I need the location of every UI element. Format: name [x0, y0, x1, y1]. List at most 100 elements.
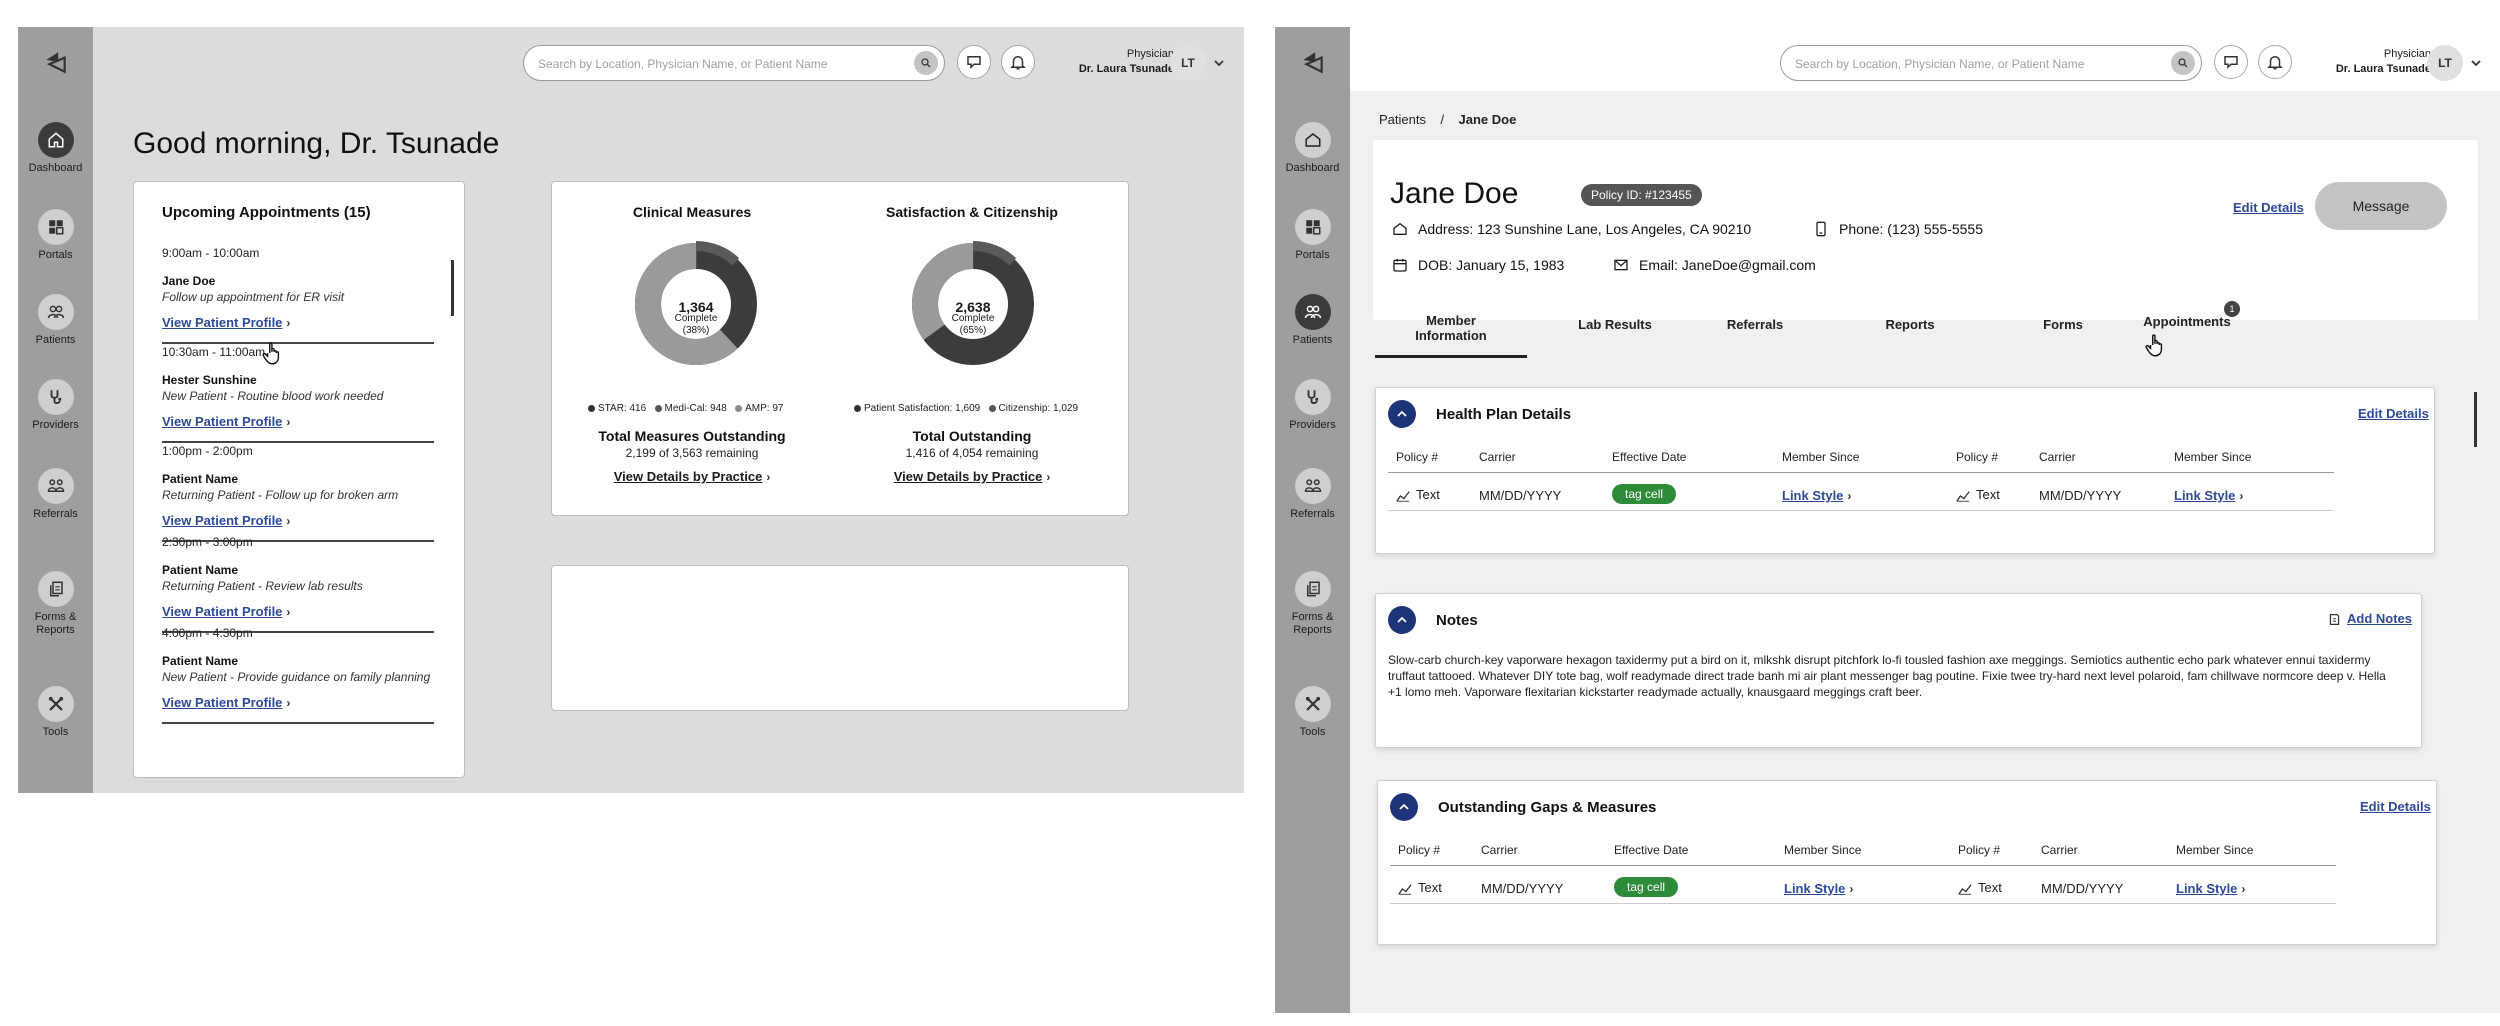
empty-card	[551, 565, 1129, 711]
chevron-right-icon: ›	[286, 415, 291, 429]
sidebar: Dashboard Portals Patients Providers Ref…	[1275, 27, 1350, 1013]
sidebar-item-dashboard[interactable]: Dashboard	[1275, 122, 1350, 175]
view-patient-profile-link[interactable]: View Patient Profile	[162, 604, 282, 619]
collapse-button[interactable]	[1388, 606, 1416, 634]
sidebar-item-forms-reports[interactable]: Forms & Reports	[1275, 571, 1350, 637]
sidebar-item-label: Forms &	[34, 611, 77, 623]
sidebar-item-referrals[interactable]: Referrals	[18, 468, 93, 521]
sidebar-item-portals[interactable]: Portals	[1275, 209, 1350, 262]
view-patient-profile-link[interactable]: View Patient Profile	[162, 695, 282, 710]
scrollbar[interactable]	[451, 260, 454, 316]
section-title: Notes	[1436, 612, 1478, 629]
breadcrumb-separator: /	[1440, 112, 1445, 127]
table-cell-policy: Text	[1398, 880, 1442, 896]
sidebar-item-patients[interactable]: Patients	[1275, 294, 1350, 347]
table-cell-carrier: MM/DD/YYYY	[2041, 881, 2124, 896]
health-plan-section: Health Plan Details Edit Details Policy …	[1375, 387, 2435, 554]
chevron-right-icon: ›	[766, 470, 771, 484]
scrollbar[interactable]	[2474, 392, 2477, 447]
tab-reports[interactable]: Reports	[1850, 317, 1970, 332]
table-cell-link[interactable]: Link Style ›	[2174, 488, 2243, 503]
table-cell-policy: Text	[1956, 487, 2000, 503]
sidebar-item-label: Referrals	[1290, 508, 1335, 520]
table-cell-policy: Text	[1958, 880, 2002, 896]
sidebar-item-providers[interactable]: Providers	[1275, 379, 1350, 432]
appointment-description: Returning Patient - Follow up for broken…	[162, 488, 399, 502]
appointment-description: New Patient - Provide guidance on family…	[162, 670, 431, 684]
chat-button[interactable]	[957, 45, 991, 79]
sidebar-item-providers[interactable]: Providers	[18, 379, 93, 432]
table-cell-link[interactable]: Link Style ›	[2176, 881, 2245, 896]
tab-member-information[interactable]: Member Information	[1375, 313, 1527, 343]
chat-icon	[965, 53, 983, 71]
house-icon	[1392, 221, 1408, 237]
sidebar-item-label: Patients	[1292, 334, 1333, 346]
appointments-badge: 1	[2224, 301, 2240, 317]
divider	[1388, 472, 2334, 473]
edit-details-link[interactable]: Edit Details	[2358, 406, 2429, 421]
edit-details-link[interactable]: Edit Details	[2233, 200, 2304, 215]
trend-icon	[1958, 882, 1972, 896]
grid-icon	[47, 218, 65, 236]
notifications-button[interactable]	[2258, 45, 2292, 79]
breadcrumb-patients-link[interactable]: Patients	[1379, 112, 1426, 127]
satisfaction-view-details-link[interactable]: View Details by Practice	[894, 469, 1043, 484]
users-icon	[1304, 303, 1322, 321]
collapse-button[interactable]	[1388, 400, 1416, 428]
tools-icon	[47, 695, 65, 713]
tab-referrals[interactable]: Referrals	[1695, 317, 1815, 332]
chevron-up-icon	[1398, 801, 1410, 813]
sidebar-item-label: Referrals	[33, 508, 78, 520]
collapse-button[interactable]	[1390, 793, 1418, 821]
sidebar-item-portals[interactable]: Portals	[18, 209, 93, 262]
sidebar-item-referrals[interactable]: Referrals	[1275, 468, 1350, 521]
tab-forms[interactable]: Forms	[2003, 317, 2123, 332]
avatar[interactable]: LT	[2427, 45, 2463, 81]
search-input[interactable]: Search by Location, Physician Name, or P…	[1780, 45, 2202, 81]
clinical-complete-value: 1,364	[678, 299, 714, 315]
legend-patient-satisfaction: Patient Satisfaction: 1,609	[864, 403, 981, 414]
sidebar-item-tools[interactable]: Tools	[1275, 686, 1350, 739]
add-notes-link[interactable]: Add Notes	[2328, 611, 2412, 626]
notifications-button[interactable]	[1001, 45, 1035, 79]
table-cell-link[interactable]: Link Style ›	[1782, 488, 1851, 503]
chevron-down-icon[interactable]	[1214, 58, 1224, 68]
view-patient-profile-link[interactable]: View Patient Profile	[162, 513, 282, 528]
chevron-down-icon[interactable]	[2471, 58, 2481, 68]
sidebar-item-patients[interactable]: Patients	[18, 294, 93, 347]
clinical-view-details-link[interactable]: View Details by Practice	[614, 469, 763, 484]
sidebar-item-label: Tools	[1299, 726, 1326, 738]
search-button[interactable]	[2171, 51, 2195, 75]
grid-icon	[1304, 218, 1322, 236]
tools-icon	[1304, 695, 1322, 713]
search-button[interactable]	[914, 51, 938, 75]
table-cell-link[interactable]: Link Style ›	[1784, 881, 1853, 896]
chat-button[interactable]	[2214, 45, 2248, 79]
view-patient-profile-link[interactable]: View Patient Profile	[162, 414, 282, 429]
message-button[interactable]: Message	[2315, 182, 2447, 230]
chat-icon	[2222, 53, 2240, 71]
sidebar-item-tools[interactable]: Tools	[18, 686, 93, 739]
col-header: Member Since	[2174, 450, 2252, 464]
appointment-patient: Jane Doe	[162, 274, 216, 288]
logo-icon	[43, 49, 69, 75]
appointment-time: 10:30am - 11:00am	[162, 345, 266, 359]
search-input[interactable]: Search by Location, Physician Name, or P…	[523, 45, 945, 81]
satisfaction-total-sub: 1,416 of 4,054 remaining	[905, 446, 1039, 460]
trend-icon	[1956, 489, 1970, 503]
table-cell-carrier: MM/DD/YYYY	[1479, 488, 1562, 503]
patient-email: Email: JaneDoe@gmail.com	[1613, 257, 1816, 273]
sidebar-item-label: Providers	[32, 419, 79, 431]
appointment-description: Returning Patient - Review lab results	[162, 579, 363, 593]
sidebar-item-forms-reports[interactable]: Forms & Reports	[18, 571, 93, 637]
divider	[1388, 510, 2334, 511]
avatar[interactable]: LT	[1170, 45, 1206, 81]
tab-lab-results[interactable]: Lab Results	[1555, 317, 1675, 332]
users-icon	[47, 303, 65, 321]
edit-details-link[interactable]: Edit Details	[2360, 799, 2431, 814]
col-header: Carrier	[2041, 843, 2078, 857]
view-patient-profile-link[interactable]: View Patient Profile	[162, 315, 282, 330]
appointment-description: New Patient - Routine blood work needed	[162, 389, 384, 403]
sidebar-item-dashboard[interactable]: Dashboard	[18, 122, 93, 175]
satisfaction-complete-label: Complete	[951, 313, 995, 324]
